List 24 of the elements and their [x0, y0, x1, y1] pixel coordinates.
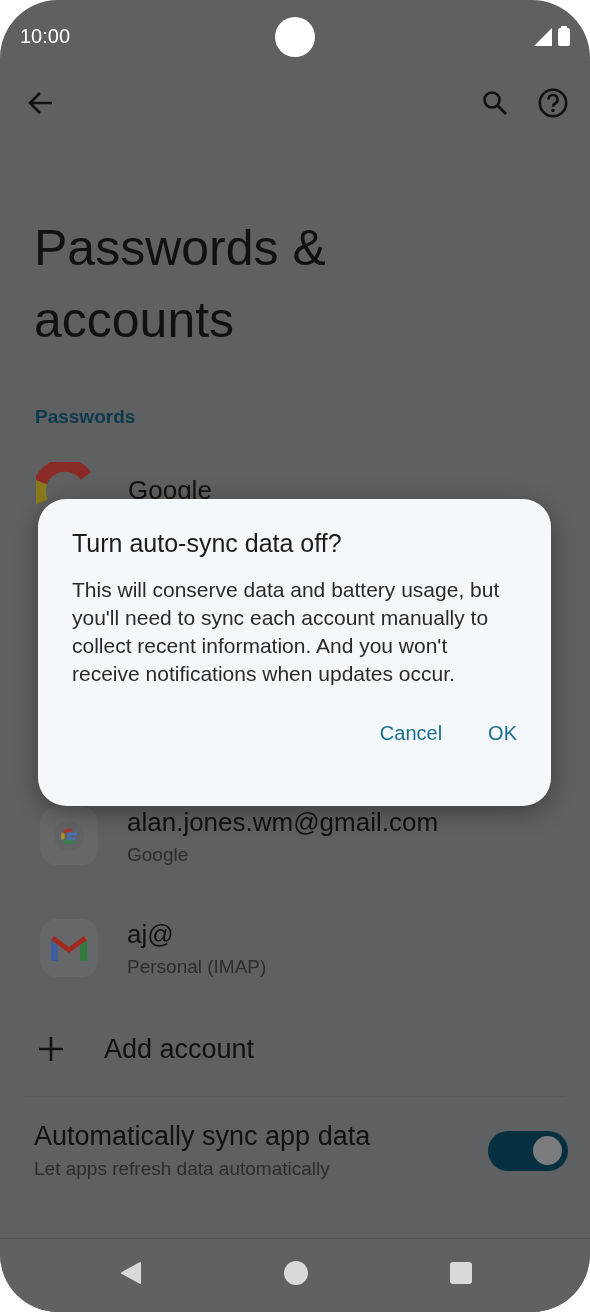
camera-cutout [274, 16, 316, 58]
setting-title: Automatically sync app data [34, 1121, 371, 1152]
search-icon[interactable] [482, 90, 508, 116]
recents-icon[interactable] [450, 1261, 472, 1284]
account-name[interactable]: alan.jones.wm@gmail.com [127, 806, 439, 838]
page-title: Passwords & accounts [34, 219, 327, 350]
dialog-message: This will conserve data and battery usage, but you'll need to sync each account manually to collect recent information. And you won't receive notifications when updates occur. [72, 577, 501, 687]
account-name[interactable]: aj@ [127, 918, 267, 950]
dialog-button[interactable]: OK [474, 714, 531, 753]
mail-icon [40, 919, 98, 977]
plus-icon[interactable] [38, 1036, 64, 1062]
clock-time: 10:00 [20, 24, 71, 48]
battery-icon [558, 26, 570, 46]
dialog-button[interactable]: Cancel [365, 714, 457, 753]
toggle-switch[interactable] [488, 1130, 568, 1171]
add-account-link[interactable]: Add account [104, 1033, 255, 1065]
back-arrow-icon[interactable] [28, 91, 54, 115]
dialog-title: Turn auto-sync data off? [72, 529, 343, 558]
section-header: Passwords [35, 406, 137, 428]
help-icon[interactable] [538, 88, 568, 118]
signal-icon [534, 28, 552, 46]
back-icon[interactable] [120, 1260, 142, 1285]
g-logo-icon [40, 807, 98, 865]
home-icon[interactable] [284, 1260, 308, 1285]
